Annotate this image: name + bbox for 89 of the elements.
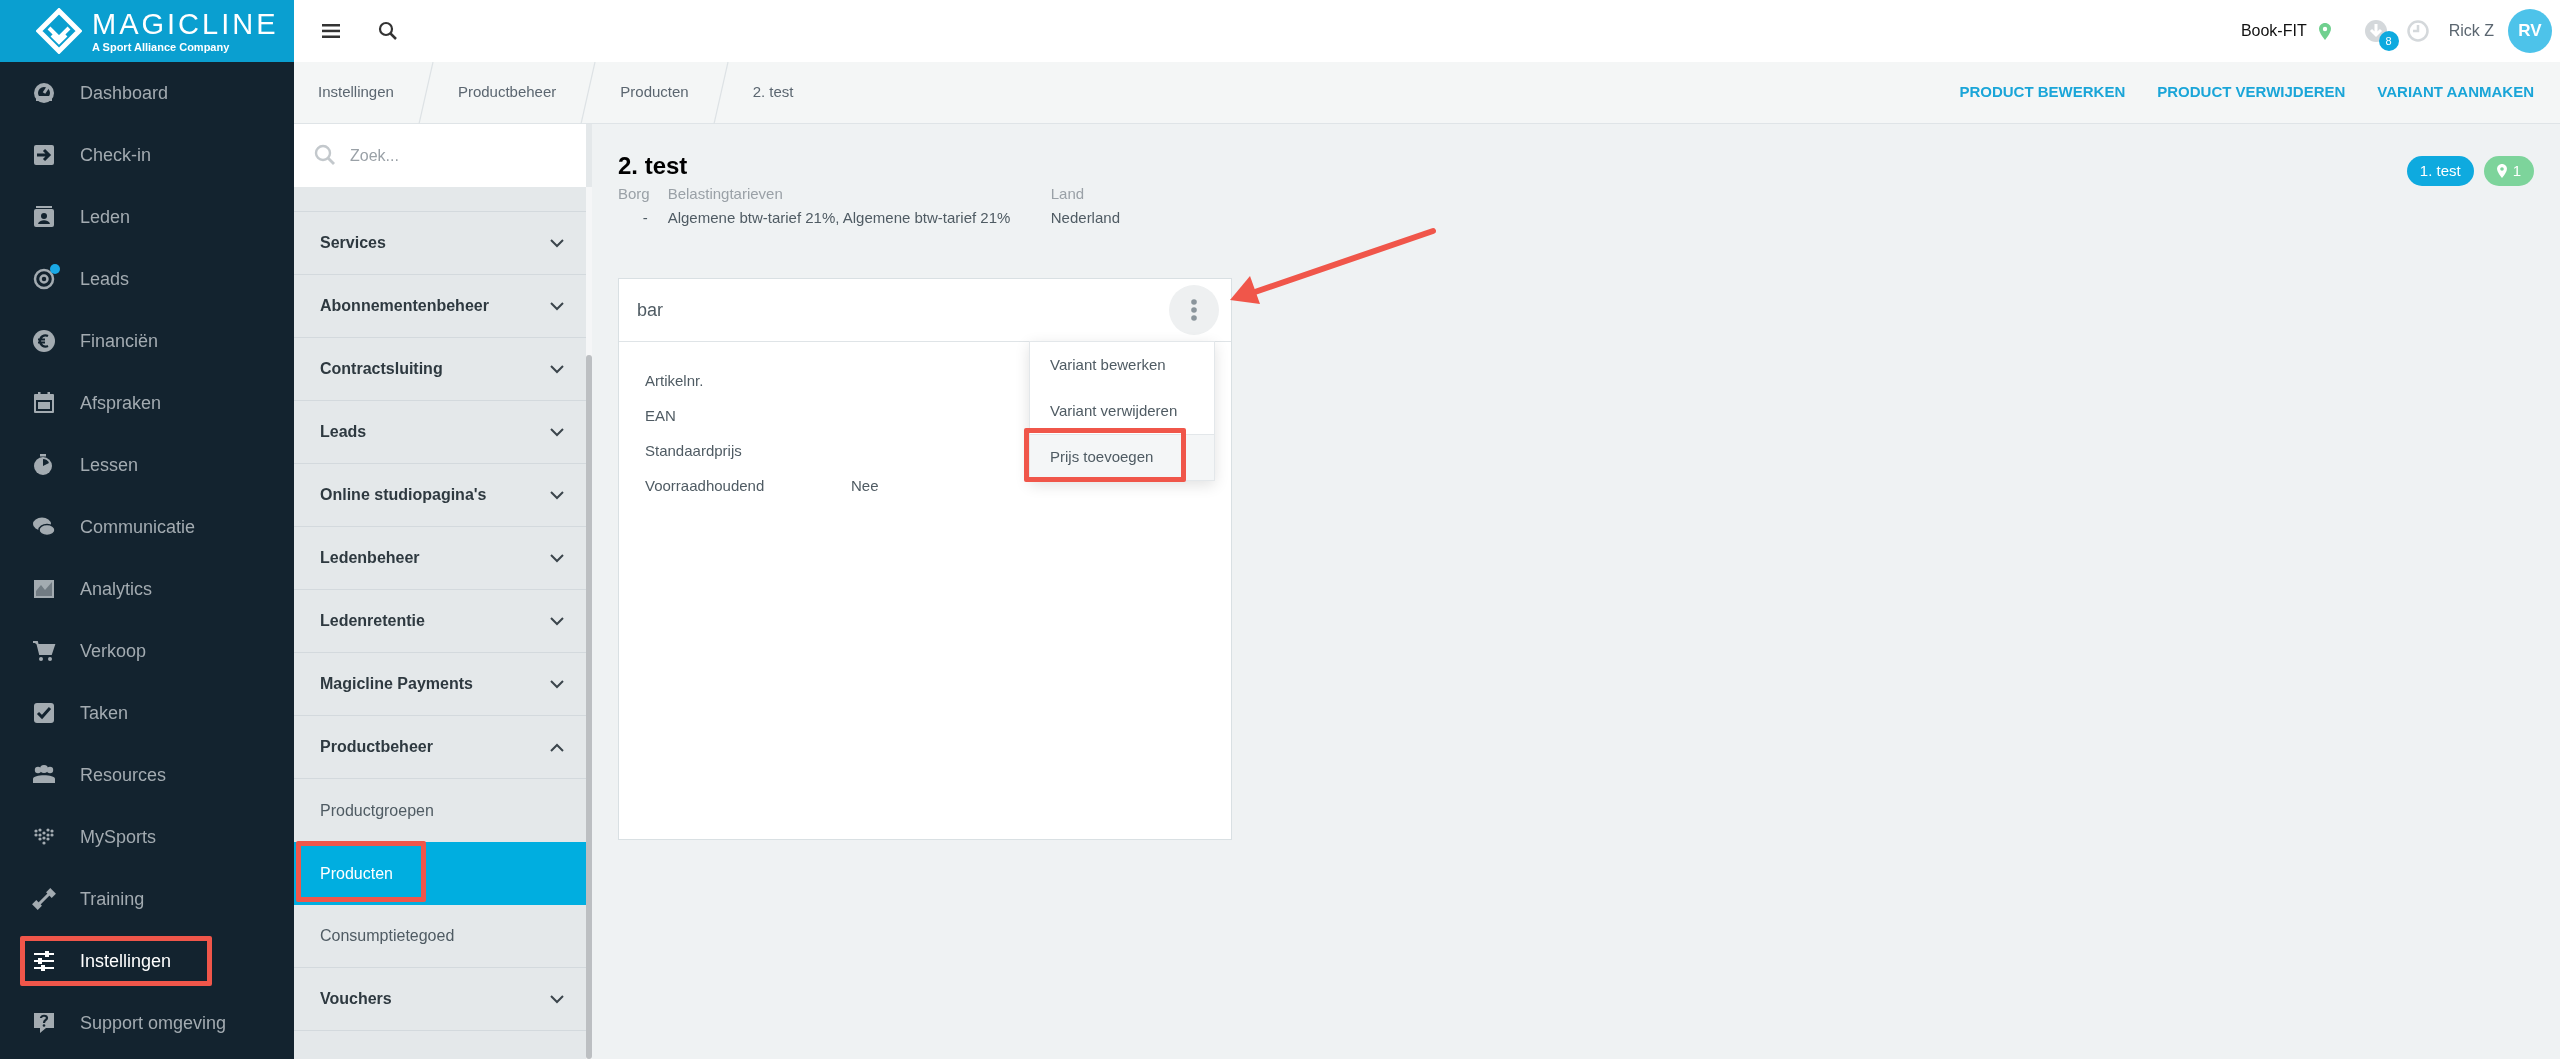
field-value: Algemene btw-tarief 21%, Algemene btw-tarief 21% xyxy=(667,208,1012,228)
menu-label: Contractsluiting xyxy=(320,359,443,379)
detail-label: Standaardprijs xyxy=(645,441,743,462)
search-field[interactable]: Zoek... xyxy=(294,124,586,187)
breadcrumb-link[interactable]: Productbeheer xyxy=(433,81,581,104)
menu-label: Producten xyxy=(320,863,393,884)
breadcrumb-link[interactable]: Producten xyxy=(596,81,713,104)
location-count-badge: 1 xyxy=(2483,156,2534,186)
dumbbell-icon xyxy=(32,887,56,911)
chevron-down-icon xyxy=(550,427,564,437)
search-icon xyxy=(314,144,336,166)
kebab-icon xyxy=(1191,299,1197,321)
menu-item[interactable]: Productgroepen xyxy=(294,779,586,842)
nav-item[interactable]: Support omgeving xyxy=(80,1009,227,1037)
menu-label: Productbeheer xyxy=(320,737,433,757)
checkbox-icon xyxy=(32,701,56,725)
chevron-down-icon xyxy=(550,679,564,689)
scrollbar[interactable] xyxy=(586,187,592,1059)
menu-label: Ledenbeheer xyxy=(320,548,420,568)
nav-item[interactable]: Leads xyxy=(80,265,130,293)
clock-icon[interactable] xyxy=(2406,20,2429,42)
euro-icon xyxy=(32,329,56,353)
chevron-down-icon xyxy=(550,553,564,563)
detail-label: Artikelnr. xyxy=(645,371,705,392)
search-icon[interactable] xyxy=(378,21,398,41)
nav-item[interactable]: Afspraken xyxy=(80,389,162,417)
nav-item[interactable]: MySports xyxy=(80,823,157,851)
nav-item[interactable]: Analytics xyxy=(80,575,153,603)
gauge-icon xyxy=(32,81,56,105)
download-count-badge: 8 xyxy=(2378,31,2399,51)
variant-badge: 1. test xyxy=(2406,156,2474,186)
product-title: 2. test xyxy=(618,151,689,181)
breadcrumb-link[interactable]: Instellingen xyxy=(294,81,418,104)
chevron-up-icon xyxy=(550,742,564,752)
detail-label: EAN xyxy=(645,406,677,427)
chevron-down-icon xyxy=(550,616,564,626)
nav-item[interactable]: Resources xyxy=(80,761,167,789)
nav-item[interactable]: Leden xyxy=(80,203,131,231)
menu-label: Leads xyxy=(320,422,367,442)
chevron-down-icon xyxy=(550,994,564,1004)
target-icon xyxy=(32,267,56,291)
calendar-icon xyxy=(32,391,56,415)
sliders-icon xyxy=(32,949,56,973)
logo-wordmark: MAGICLINE xyxy=(92,9,279,39)
menu-item[interactable]: Variant bewerken xyxy=(1030,342,1214,388)
more-options-button[interactable] xyxy=(1169,285,1219,335)
chevron-down-icon xyxy=(550,301,564,311)
breadcrumb-link[interactable]: 2. test xyxy=(728,81,818,104)
menu-label: Consumptietegoed xyxy=(320,926,455,946)
contact-card-icon xyxy=(32,205,56,229)
nav-item[interactable]: Communicatie xyxy=(80,513,196,541)
nav-item[interactable]: Financiën xyxy=(80,327,159,355)
area-chart-icon xyxy=(32,577,56,601)
menu-label: Vouchers xyxy=(320,989,392,1009)
location-pin-icon xyxy=(2496,164,2507,178)
nav-item[interactable]: Lessen xyxy=(80,451,139,479)
studio-name[interactable]: Book-FIT xyxy=(2240,19,2307,43)
menu-label: Abonnementenbeheer xyxy=(320,296,489,316)
menu-label: Services xyxy=(320,233,386,253)
field-value: Nederland xyxy=(1050,208,1120,228)
chevron-down-icon xyxy=(550,364,564,374)
menu-label: Magicline Payments xyxy=(320,674,473,694)
nav-item[interactable]: Taken xyxy=(80,699,129,727)
detail-label: Voorraadhoudend xyxy=(645,476,766,497)
logo-icon xyxy=(36,8,82,54)
chevron-down-icon xyxy=(550,490,564,500)
nav-item[interactable]: Verkoop xyxy=(80,637,147,665)
nav-item[interactable]: Training xyxy=(80,885,145,913)
field-value: - xyxy=(641,208,649,228)
menu-label: Productgroepen xyxy=(320,800,434,821)
logo-tagline: A Sport Alliance Company xyxy=(92,41,231,53)
user-name[interactable]: Rick Z xyxy=(2448,19,2494,43)
cart-icon xyxy=(32,639,56,663)
menu-label: Online studiopagina's xyxy=(320,485,487,505)
nav-item[interactable]: Check-in xyxy=(80,141,152,169)
detail-value: Nee xyxy=(851,476,879,497)
field-label: Land xyxy=(1050,184,1086,204)
nav-item[interactable]: Dashboard xyxy=(80,79,169,107)
field-label: Borg xyxy=(618,184,650,204)
sign-in-icon xyxy=(32,143,56,167)
menu-label: Ledenretentie xyxy=(320,611,425,631)
question-bubble-icon xyxy=(32,1011,56,1035)
menu-item[interactable]: Prijs toevoegen xyxy=(1030,434,1214,480)
menu-icon[interactable] xyxy=(322,24,340,38)
chevron-down-icon xyxy=(550,238,564,248)
nav-item[interactable]: Instellingen xyxy=(80,947,172,975)
location-pin-icon xyxy=(2318,22,2331,40)
variant-title: bar xyxy=(637,298,663,322)
field-label: Belastingtarieven xyxy=(667,184,783,204)
